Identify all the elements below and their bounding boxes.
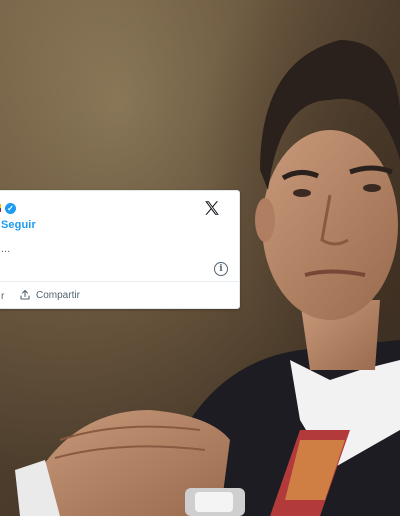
share-label: Compartir (36, 289, 80, 301)
info-icon[interactable]: i (214, 262, 228, 276)
flag-emoji-icon (0, 204, 1, 212)
reply-action-fragment[interactable]: r (1, 291, 4, 302)
share-button[interactable]: Compartir (19, 288, 80, 302)
card-divider (0, 281, 239, 282)
share-upload-icon (20, 289, 30, 300)
tweet-text-truncated: ... (1, 243, 11, 255)
verified-badge-icon: ✓ (5, 203, 16, 214)
embedded-tweet-card[interactable]: ✓ Seguir ... i r Compartir (0, 190, 240, 309)
x-logo-icon[interactable] (203, 199, 221, 217)
follow-link[interactable]: Seguir (1, 219, 36, 231)
